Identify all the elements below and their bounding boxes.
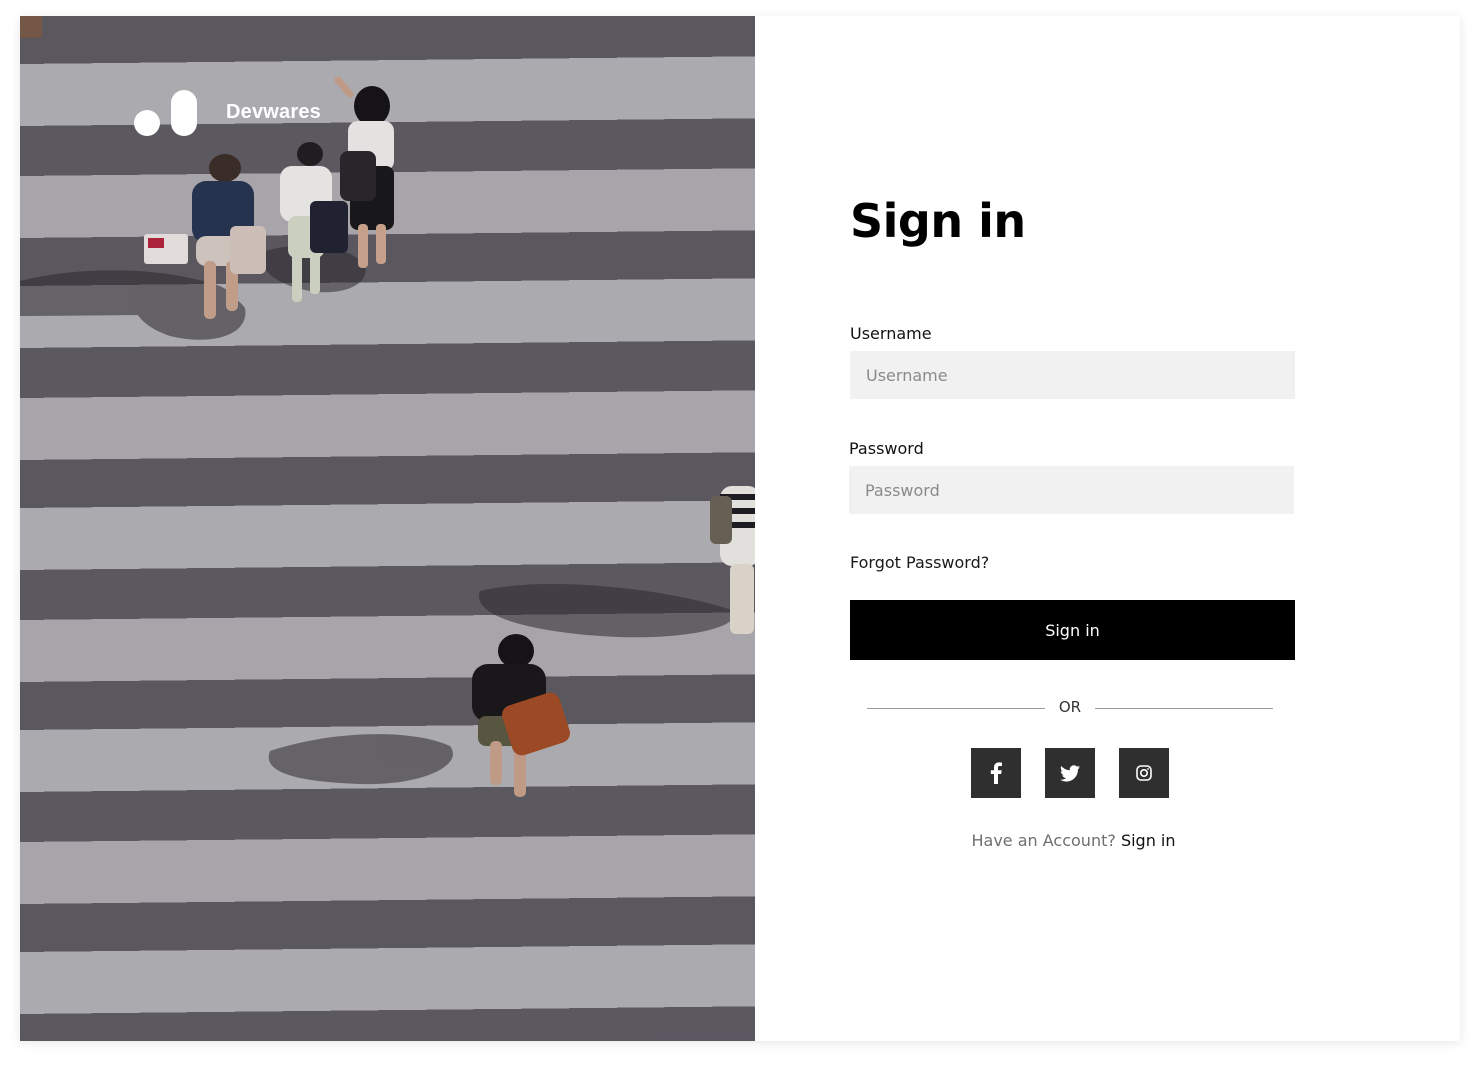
signin-form: Sign in Username Password Forgot Passwor… bbox=[849, 16, 1297, 1041]
signin-button[interactable]: Sign in bbox=[850, 600, 1295, 660]
page-title: Sign in bbox=[850, 194, 1026, 248]
or-divider: OR bbox=[867, 698, 1273, 720]
signin-link[interactable]: Sign in bbox=[1121, 831, 1176, 850]
facebook-button[interactable] bbox=[971, 748, 1021, 798]
hero-image: Devwares bbox=[20, 16, 755, 1041]
logo-dot bbox=[134, 110, 160, 136]
forgot-password-link[interactable]: Forgot Password? bbox=[850, 553, 989, 572]
username-input[interactable] bbox=[850, 351, 1295, 399]
account-prompt-line: Have an Account? Sign in bbox=[850, 831, 1297, 850]
divider-line-left bbox=[867, 708, 1045, 709]
twitter-button[interactable] bbox=[1045, 748, 1095, 798]
username-label: Username bbox=[850, 324, 932, 343]
twitter-icon bbox=[1060, 764, 1080, 781]
account-prompt-text: Have an Account? bbox=[971, 831, 1116, 850]
hero-overlay bbox=[20, 16, 755, 1041]
logo-mark-icon bbox=[134, 90, 198, 136]
signin-card: Devwares Sign in Username Password Forgo… bbox=[20, 16, 1460, 1041]
brand-name: Devwares bbox=[226, 101, 321, 123]
instagram-icon bbox=[1136, 765, 1152, 781]
instagram-button[interactable] bbox=[1119, 748, 1169, 798]
divider-text: OR bbox=[1058, 698, 1082, 716]
divider-line-right bbox=[1095, 708, 1273, 709]
social-buttons bbox=[971, 748, 1169, 798]
logo-pill bbox=[171, 90, 197, 136]
password-label: Password bbox=[849, 439, 924, 458]
password-input[interactable] bbox=[849, 466, 1294, 514]
brand-logo[interactable]: Devwares bbox=[134, 90, 321, 136]
facebook-icon bbox=[990, 762, 1002, 784]
